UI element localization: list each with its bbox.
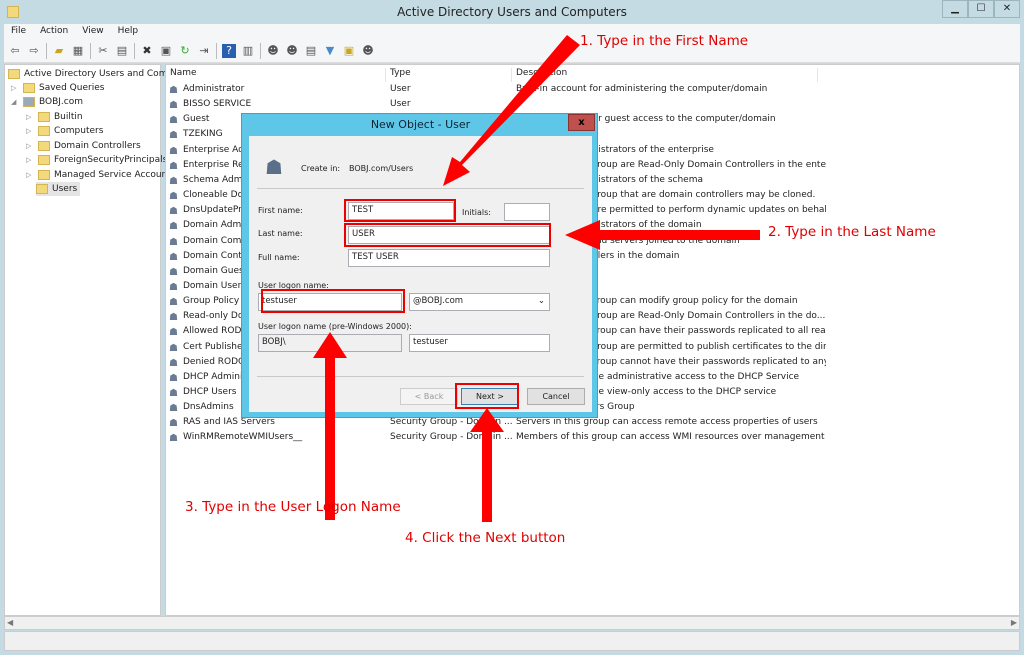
arrow-4 [470,408,504,522]
arrow-3 [313,332,347,520]
arrow-1 [443,35,580,186]
annotation-1: 1. Type in the First Name [580,33,749,49]
annotation-2: 2. Type in the Last Name [768,224,936,240]
arrow-2 [565,220,760,250]
annotation-arrows [313,35,760,522]
annotation-3: 3. Type in the User Logon Name [185,499,401,515]
annotation-4: 4. Click the Next button [405,530,566,546]
